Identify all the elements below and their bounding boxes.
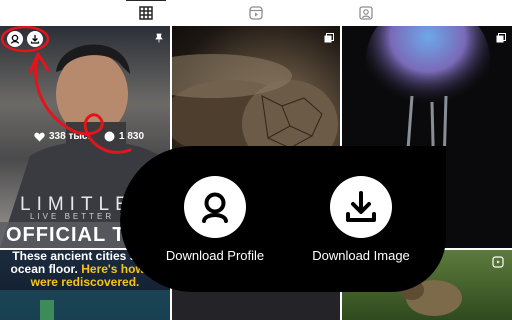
tab-tagged[interactable] <box>358 5 374 21</box>
download-icon <box>30 35 40 44</box>
carousel-icon <box>496 30 506 43</box>
download-profile-button[interactable]: Download Profile <box>150 146 280 292</box>
comment-icon <box>104 131 115 142</box>
download-profile-icon-circle <box>184 176 246 238</box>
download-image-label: Download Image <box>312 248 410 263</box>
reel-icon <box>492 255 504 268</box>
likes-count: 338 тыс. <box>34 131 90 142</box>
carousel-icon <box>324 30 334 43</box>
mini-download-image-button[interactable] <box>27 31 43 47</box>
download-image-icon-circle <box>330 176 392 238</box>
tab-reels[interactable] <box>248 5 264 21</box>
download-image-button[interactable]: Download Image <box>296 146 426 292</box>
download-profile-label: Download Profile <box>165 248 265 263</box>
pin-icon <box>154 30 164 43</box>
tab-grid[interactable] <box>126 0 166 21</box>
comments-count: 1 830 <box>104 131 144 142</box>
download-icon <box>346 191 376 222</box>
download-popup: Download Profile Download Image <box>120 146 446 292</box>
reels-icon <box>249 6 263 20</box>
mini-download-profile-button[interactable] <box>7 31 23 47</box>
heart-icon <box>34 132 45 141</box>
headline-line-3: were rediscovered. <box>30 275 140 289</box>
tagged-icon <box>359 6 373 20</box>
profile-tab-bar <box>0 0 512 26</box>
likes-value: 338 тыс. <box>49 131 91 142</box>
headline-line-2: ocean floor. <box>10 262 78 276</box>
grid-icon <box>139 6 153 20</box>
profile-icon <box>10 34 20 44</box>
profile-icon <box>202 192 228 223</box>
comments-value: 1 830 <box>119 131 145 142</box>
